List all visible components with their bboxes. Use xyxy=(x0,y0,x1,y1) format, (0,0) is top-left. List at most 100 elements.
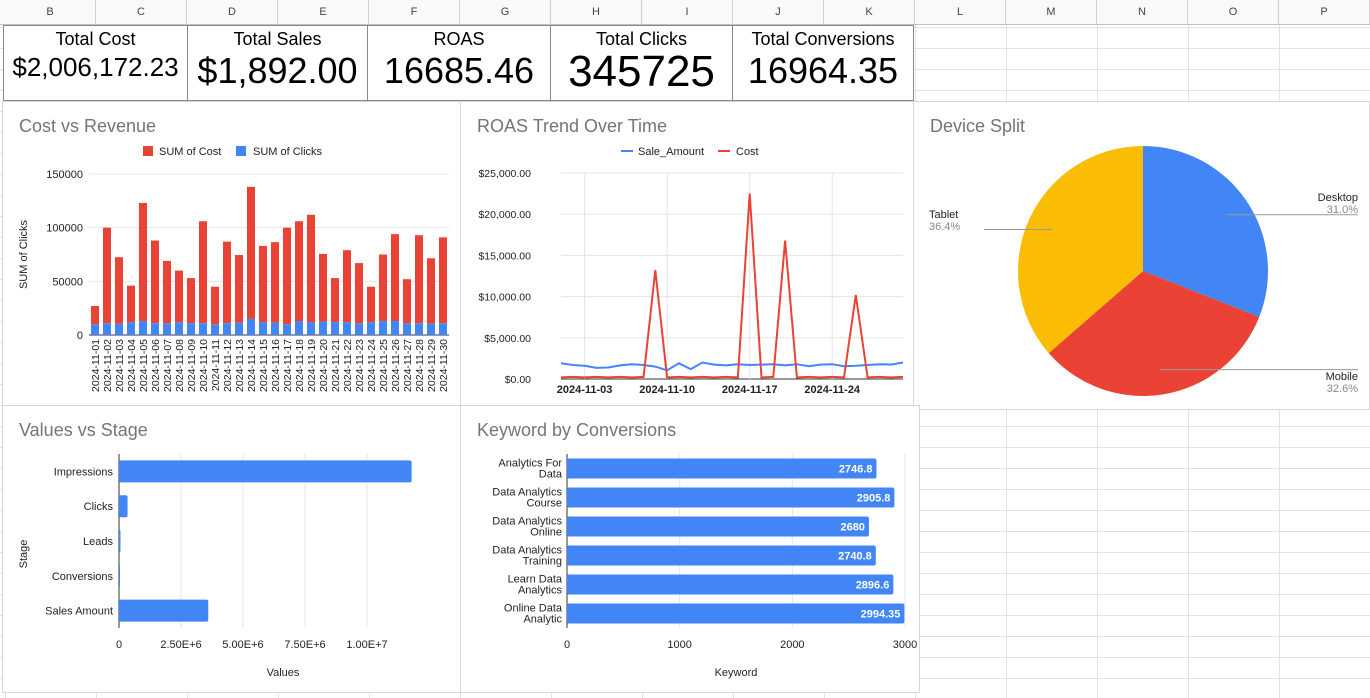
chart-device-split[interactable]: Device Split Desktop 31.0% Mobile 32.6% Tabl… xyxy=(913,101,1370,410)
bar-value-label: 2680 xyxy=(840,522,864,534)
column-header-c[interactable]: C xyxy=(96,0,187,24)
stage-bar xyxy=(119,599,209,622)
stage-label: Sales Amount xyxy=(45,606,113,618)
x-tick-label: 2024-11-13 xyxy=(234,339,246,392)
kpi-total-cost[interactable]: Total Cost $2,006,172.23 xyxy=(3,25,188,101)
roas-trend-svg: Sale_Amount Cost $0.00 $5,000.00 $10,000.00 $… xyxy=(478,146,904,396)
bar-cost xyxy=(91,306,99,325)
chart-cost-vs-revenue[interactable]: Cost vs Revenue SUM of Cost SUM of Clicks… xyxy=(2,101,461,406)
kpi-value: 16964.35 xyxy=(747,50,899,91)
series-line-sale-amount xyxy=(560,361,904,372)
column-header-m[interactable]: M xyxy=(1006,0,1097,24)
kpi-label: ROAS xyxy=(433,29,485,49)
column-header-h[interactable]: H xyxy=(551,0,642,24)
keyword-label: Analytic xyxy=(523,614,562,626)
keyword-bar xyxy=(567,603,905,624)
bar-value-label: 2994.35 xyxy=(861,609,901,621)
column-header-f[interactable]: F xyxy=(369,0,460,24)
column-header-g[interactable]: G xyxy=(460,0,551,24)
x-axis-label: Values xyxy=(267,667,300,679)
bar-clicks xyxy=(139,321,147,335)
legend-label-cost: SUM of Cost xyxy=(159,146,221,158)
kpi-label: Total Cost xyxy=(55,29,136,49)
kpi-total-conversions[interactable]: Total Conversions 16964.35 xyxy=(732,25,914,101)
x-tick-label: 2024-11-02 xyxy=(102,339,114,392)
bar-clicks xyxy=(415,323,423,335)
column-header-d[interactable]: D xyxy=(187,0,278,24)
bar-cost xyxy=(139,202,147,322)
values-vs-stage-svg: 0 2.50E+6 5.00E+6 7.50E+6 1.00E+7 Impressions… xyxy=(18,454,412,679)
chart-keyword-conversions[interactable]: Keyword by Conversions 0 1000 2000 3000 2746… xyxy=(460,405,920,693)
stage-label: Clicks xyxy=(84,501,114,513)
kpi-total-sales[interactable]: Total Sales $1,892.00 xyxy=(187,25,368,101)
bar-clicks xyxy=(223,323,231,335)
column-header-bar: BCDEFGHIJKLMNOP xyxy=(0,0,1370,25)
bar-clicks xyxy=(103,323,111,335)
bar-cost xyxy=(403,279,411,324)
y-axis-label: SUM of Clicks xyxy=(18,219,30,289)
chart-roas-trend[interactable]: ROAS Trend Over Time Sale_Amount Cost $0.0… xyxy=(460,101,914,406)
stage-bar xyxy=(119,530,121,552)
bar-clicks xyxy=(355,323,363,335)
x-tick-label: 2024-11-15 xyxy=(258,339,270,392)
x-tick-label: 2024-11-14 xyxy=(246,339,258,392)
bar-cost xyxy=(247,186,255,319)
chart-values-vs-stage[interactable]: Values vs Stage 0 2.50E+6 5.00E+6 7.50E+6 1.… xyxy=(2,405,461,693)
keyword-label: Data xyxy=(539,469,563,481)
column-header-p[interactable]: P xyxy=(1279,0,1370,24)
bar-cost xyxy=(163,260,171,324)
bar-cost xyxy=(175,270,183,323)
column-header-b[interactable]: B xyxy=(5,0,96,24)
column-header-e[interactable]: E xyxy=(278,0,369,24)
bar-clicks xyxy=(151,323,159,335)
y-tick-label: $5,000.00 xyxy=(484,333,531,345)
kpi-roas[interactable]: ROAS 16685.46 xyxy=(367,25,551,101)
column-header-j[interactable]: J xyxy=(733,0,824,24)
column-header-l[interactable]: L xyxy=(915,0,1006,24)
bar-clicks xyxy=(439,323,447,335)
bar-cost xyxy=(271,242,279,323)
x-tick-label: 2024-11-30 xyxy=(438,339,450,392)
bar-clicks xyxy=(247,318,255,335)
column-header-i[interactable]: I xyxy=(642,0,733,24)
bar-clicks xyxy=(163,323,171,335)
keyword-label: Training xyxy=(523,556,562,568)
kpi-value: 16685.46 xyxy=(383,50,535,91)
bar-value-label: 2896.6 xyxy=(856,580,890,592)
keyword-label: Analytics xyxy=(518,585,563,597)
x-tick-label: 2024-11-06 xyxy=(150,339,162,392)
y-tick-label: $20,000.00 xyxy=(478,209,531,221)
bar-value-label: 2905.8 xyxy=(857,493,891,505)
x-tick-label: 2024-11-17 xyxy=(722,384,778,396)
x-tick-label: 2024-11-11 xyxy=(210,339,222,391)
bar-cost xyxy=(151,240,159,324)
bar-cost xyxy=(259,245,267,323)
column-header-o[interactable]: O xyxy=(1188,0,1279,24)
x-tick-label: 2024-11-17 xyxy=(282,339,294,392)
bar-cost xyxy=(199,221,207,324)
x-tick-label: 2024-11-10 xyxy=(198,339,210,392)
x-tick-label: 2024-11-07 xyxy=(162,339,174,392)
bar-cost xyxy=(319,253,327,322)
bar-clicks xyxy=(427,323,435,335)
column-header-n[interactable]: N xyxy=(1097,0,1188,24)
bar-clicks xyxy=(175,322,183,335)
x-tick-label: 7.50E+6 xyxy=(284,639,325,651)
bar-cost xyxy=(367,286,375,323)
y-tick-label: 150000 xyxy=(46,169,83,181)
x-tick-label: 2024-11-16 xyxy=(270,339,282,392)
x-tick-label: 2024-11-04 xyxy=(126,339,138,392)
y-tick-label: $0.00 xyxy=(505,374,531,386)
bar-clicks xyxy=(379,321,387,335)
legend-label-cost: Cost xyxy=(736,146,759,158)
slice-percent: 32.6% xyxy=(1327,383,1358,395)
bar-cost xyxy=(439,237,447,324)
y-tick-label: $15,000.00 xyxy=(478,250,531,262)
x-tick-label: 2024-11-26 xyxy=(390,339,402,392)
bar-cost xyxy=(331,278,339,323)
bar-cost xyxy=(187,278,195,324)
column-header-k[interactable]: K xyxy=(824,0,915,24)
bar-clicks xyxy=(115,323,123,335)
kpi-total-clicks[interactable]: Total Clicks 345725 xyxy=(550,25,733,101)
keyword-bar xyxy=(567,574,894,595)
